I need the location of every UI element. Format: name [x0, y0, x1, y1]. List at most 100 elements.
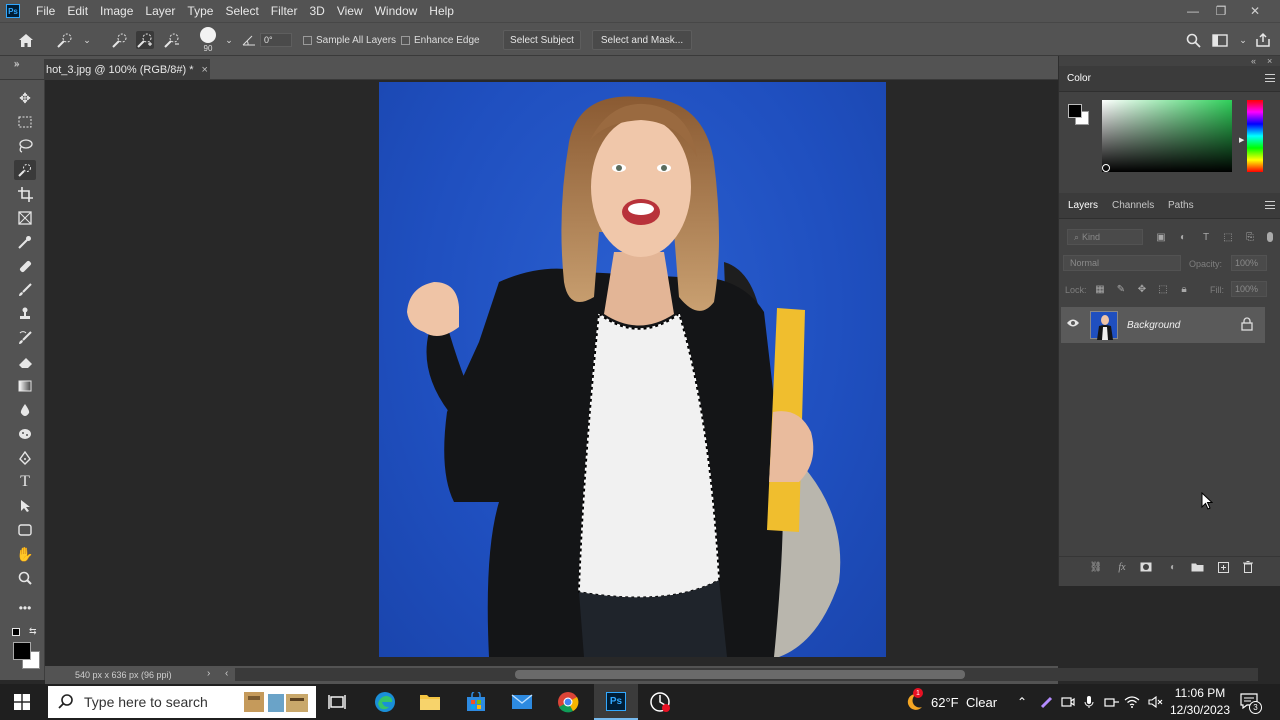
filter-toggle[interactable]	[1267, 232, 1273, 242]
eraser-tool-icon[interactable]	[14, 352, 36, 372]
add-mask-icon[interactable]	[1139, 560, 1153, 574]
layer-filter-kind[interactable]: ⌕ Kind	[1067, 229, 1143, 245]
minimize-icon[interactable]: —	[1178, 0, 1208, 22]
tab-paths[interactable]: Paths	[1168, 200, 1194, 211]
microsoft-store-icon[interactable]	[459, 688, 493, 716]
photoshop-logo-icon[interactable]: Ps	[6, 4, 20, 18]
search-icon[interactable]	[1184, 31, 1202, 49]
menu-view[interactable]: View	[331, 4, 369, 18]
sample-all-layers-box[interactable]	[303, 36, 312, 45]
new-adjustment-layer-icon[interactable]: ◐	[1166, 560, 1180, 574]
tab-channels[interactable]: Channels	[1112, 200, 1154, 211]
shape-tool-icon[interactable]	[14, 520, 36, 540]
path-selection-tool-icon[interactable]	[14, 496, 36, 516]
color-foreground-swatch[interactable]	[1068, 104, 1082, 118]
menu-filter[interactable]: Filter	[265, 4, 304, 18]
mail-icon[interactable]	[505, 688, 539, 716]
screen-recorder-icon[interactable]	[643, 688, 677, 716]
lock-artboard-icon[interactable]: ⬚	[1156, 282, 1170, 296]
menu-image[interactable]: Image	[94, 4, 139, 18]
clock-time[interactable]: 11:06 PM	[1172, 686, 1228, 700]
taskbar-search-box[interactable]: Type here to search	[48, 686, 316, 718]
show-hidden-icons-chevron-icon[interactable]: ⌃	[1017, 684, 1027, 720]
color-picker-handle[interactable]	[1102, 164, 1110, 172]
blend-mode-select[interactable]: Normal	[1063, 255, 1181, 271]
color-field[interactable]	[1102, 100, 1232, 172]
layer-name[interactable]: Background	[1127, 320, 1180, 331]
link-layers-icon[interactable]: ⛓	[1089, 560, 1103, 574]
panel-collapse-icon[interactable]: «	[1251, 56, 1256, 66]
swap-colors-icon[interactable]: ⇆	[29, 626, 37, 637]
workspace-icon[interactable]	[1211, 31, 1229, 49]
restore-icon[interactable]: ❐	[1206, 0, 1236, 22]
filter-type-icon[interactable]: T	[1199, 230, 1213, 244]
network-tray-icon[interactable]	[1104, 684, 1120, 720]
enhance-edge-box[interactable]	[401, 36, 410, 45]
crop-tool-icon[interactable]	[14, 184, 36, 204]
lock-all-icon[interactable]: 🔒︎	[1177, 282, 1191, 296]
file-explorer-icon[interactable]	[413, 688, 447, 716]
select-and-mask-button[interactable]: Select and Mask...	[592, 30, 692, 50]
layer-lock-icon[interactable]	[1241, 317, 1253, 331]
close-icon[interactable]: ✕	[1240, 0, 1270, 22]
eyedropper-tool-icon[interactable]	[14, 232, 36, 252]
brush-preview-icon[interactable]	[200, 27, 216, 43]
pen-tool-icon[interactable]	[14, 448, 36, 468]
menu-3d[interactable]: 3D	[303, 4, 330, 18]
status-chevron-icon[interactable]: ›	[207, 668, 210, 679]
more-tools-icon[interactable]: •••	[14, 598, 36, 618]
add-style-icon[interactable]: fx	[1115, 560, 1129, 574]
filter-shape-icon[interactable]: ⬚	[1221, 230, 1235, 244]
zoom-tool-icon[interactable]	[14, 568, 36, 588]
quick-selection-preset-icon[interactable]	[56, 31, 74, 49]
microphone-icon[interactable]	[1084, 684, 1094, 720]
scroll-left-icon[interactable]: ‹	[225, 668, 228, 679]
filter-pixel-icon[interactable]: ▣	[1154, 230, 1168, 244]
blur-tool-icon[interactable]	[14, 400, 36, 420]
document-image[interactable]	[379, 82, 886, 657]
new-group-icon[interactable]	[1190, 560, 1204, 574]
edge-browser-icon[interactable]	[368, 688, 402, 716]
photoshop-taskbar-button[interactable]: Ps	[594, 684, 638, 720]
horizontal-scroll-thumb[interactable]	[515, 670, 965, 679]
lasso-tool-icon[interactable]	[14, 136, 36, 156]
document-tab-close-icon[interactable]: ×	[202, 64, 208, 76]
color-panel-title[interactable]: Color	[1067, 73, 1091, 84]
subtract-from-selection-icon[interactable]	[163, 31, 181, 49]
chevron-down-icon[interactable]: ⌄	[78, 31, 96, 49]
enhance-edge-checkbox[interactable]: Enhance Edge	[401, 35, 480, 46]
brush-chevron-down-icon[interactable]: ⌄	[220, 31, 238, 49]
angle-input[interactable]: 0°	[260, 33, 292, 47]
menu-file[interactable]: File	[30, 4, 61, 18]
home-icon[interactable]	[17, 31, 35, 49]
new-layer-icon[interactable]	[1216, 560, 1230, 574]
task-view-icon[interactable]	[320, 688, 354, 716]
layer-visibility-eye-icon[interactable]	[1066, 318, 1080, 332]
weather-desc[interactable]: Clear	[966, 684, 997, 720]
quick-selection-tool-icon[interactable]	[14, 160, 36, 180]
brush-tool-icon[interactable]	[14, 280, 36, 300]
filter-adjustment-icon[interactable]: ◐	[1176, 230, 1190, 244]
default-colors-icon[interactable]	[12, 628, 20, 636]
menu-edit[interactable]: Edit	[61, 4, 94, 18]
gradient-tool-icon[interactable]	[14, 376, 36, 396]
layers-panel-menu-icon[interactable]	[1265, 201, 1275, 209]
sample-all-layers-checkbox[interactable]: Sample All Layers	[303, 35, 396, 46]
menu-type[interactable]: Type	[181, 4, 219, 18]
panel-close-icon[interactable]: ×	[1267, 56, 1272, 66]
hue-slider-marker-icon[interactable]: ▶	[1239, 136, 1244, 144]
type-tool-icon[interactable]: T	[14, 472, 36, 492]
menu-layer[interactable]: Layer	[139, 4, 181, 18]
weather-temp[interactable]: 62°F	[931, 684, 959, 720]
sponge-tool-icon[interactable]	[14, 424, 36, 444]
menu-select[interactable]: Select	[219, 4, 264, 18]
healing-brush-tool-icon[interactable]	[14, 256, 36, 276]
workspace-chevron-down-icon[interactable]: ⌄	[1234, 31, 1252, 49]
menu-window[interactable]: Window	[369, 4, 424, 18]
move-tool-icon[interactable]: ✥	[14, 88, 36, 108]
layer-row-background[interactable]: Background	[1061, 307, 1265, 343]
document-tab[interactable]: hot_3.jpg @ 100% (RGB/8#) * ×	[44, 59, 210, 80]
chrome-icon[interactable]	[551, 688, 585, 716]
clock-date[interactable]: 12/30/2023	[1168, 703, 1232, 717]
add-to-selection-icon[interactable]	[136, 31, 154, 49]
